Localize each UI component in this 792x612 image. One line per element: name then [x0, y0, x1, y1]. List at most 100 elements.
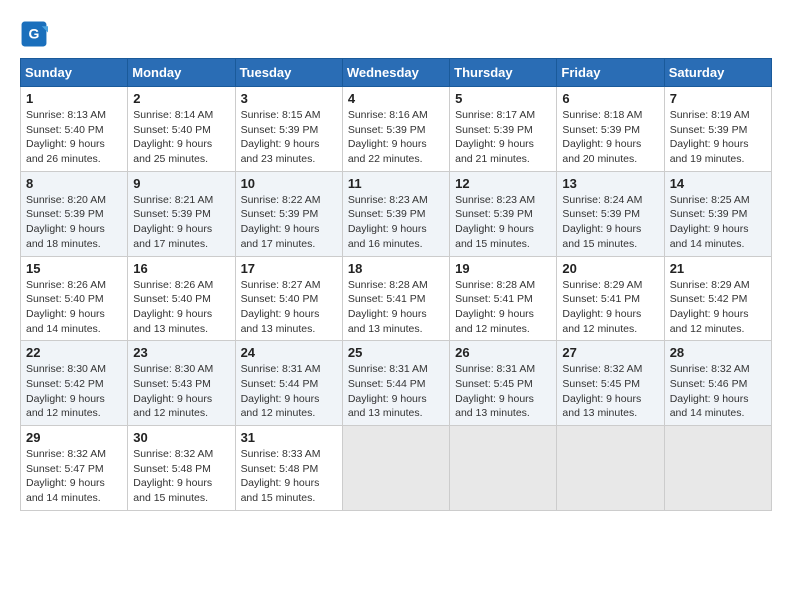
day-info: Sunrise: 8:24 AMSunset: 5:39 PMDaylight:… [562, 193, 658, 252]
day-number: 13 [562, 176, 658, 191]
calendar-day-cell: 12 Sunrise: 8:23 AMSunset: 5:39 PMDayligh… [450, 171, 557, 256]
calendar-header-cell: Saturday [664, 59, 771, 87]
day-info: Sunrise: 8:31 AMSunset: 5:44 PMDaylight:… [241, 362, 337, 421]
calendar-body: 1Sunrise: 8:13 AMSunset: 5:40 PMDaylight… [21, 87, 772, 511]
day-info: Sunrise: 8:32 AMSunset: 5:48 PMDaylight:… [133, 447, 229, 506]
calendar-day-cell: 17 Sunrise: 8:27 AMSunset: 5:40 PMDayligh… [235, 256, 342, 341]
calendar-day-cell: 30 Sunrise: 8:32 AMSunset: 5:48 PMDayligh… [128, 426, 235, 511]
day-info: Sunrise: 8:15 AMSunset: 5:39 PMDaylight:… [241, 108, 337, 167]
calendar-day-cell: 10Sunrise: 8:22 AMSunset: 5:39 PMDayligh… [235, 171, 342, 256]
calendar-day-cell: 2 Sunrise: 8:14 AMSunset: 5:40 PMDaylight… [128, 87, 235, 172]
calendar-day-cell: 4 Sunrise: 8:16 AMSunset: 5:39 PMDaylight… [342, 87, 449, 172]
day-info: Sunrise: 8:27 AMSunset: 5:40 PMDaylight:… [241, 278, 337, 337]
day-info: Sunrise: 8:22 AMSunset: 5:39 PMDaylight:… [241, 193, 337, 252]
day-info: Sunrise: 8:26 AMSunset: 5:40 PMDaylight:… [26, 278, 122, 337]
calendar-day-cell: 16 Sunrise: 8:26 AMSunset: 5:40 PMDayligh… [128, 256, 235, 341]
day-number: 27 [562, 345, 658, 360]
calendar-header-cell: Wednesday [342, 59, 449, 87]
day-info: Sunrise: 8:14 AMSunset: 5:40 PMDaylight:… [133, 108, 229, 167]
calendar-day-cell: 27 Sunrise: 8:32 AMSunset: 5:45 PMDayligh… [557, 341, 664, 426]
day-number: 23 [133, 345, 229, 360]
calendar-table: SundayMondayTuesdayWednesdayThursdayFrid… [20, 58, 772, 511]
day-info: Sunrise: 8:17 AMSunset: 5:39 PMDaylight:… [455, 108, 551, 167]
day-number: 21 [670, 261, 766, 276]
day-number: 31 [241, 430, 337, 445]
calendar-week-row: 1Sunrise: 8:13 AMSunset: 5:40 PMDaylight… [21, 87, 772, 172]
day-number: 17 [241, 261, 337, 276]
day-info: Sunrise: 8:32 AMSunset: 5:45 PMDaylight:… [562, 362, 658, 421]
calendar-day-cell: 8 Sunrise: 8:20 AMSunset: 5:39 PMDaylight… [21, 171, 128, 256]
calendar-week-row: 29Sunrise: 8:32 AMSunset: 5:47 PMDayligh… [21, 426, 772, 511]
day-info: Sunrise: 8:18 AMSunset: 5:39 PMDaylight:… [562, 108, 658, 167]
calendar-week-row: 15 Sunrise: 8:26 AMSunset: 5:40 PMDayligh… [21, 256, 772, 341]
calendar-header-cell: Thursday [450, 59, 557, 87]
day-number: 11 [348, 176, 444, 191]
day-number: 6 [562, 91, 658, 106]
day-number: 20 [562, 261, 658, 276]
day-number: 4 [348, 91, 444, 106]
calendar-day-cell: 28 Sunrise: 8:32 AMSunset: 5:46 PMDayligh… [664, 341, 771, 426]
logo-icon: G [20, 20, 48, 48]
day-info: Sunrise: 8:19 AMSunset: 5:39 PMDaylight:… [670, 108, 766, 167]
day-number: 18 [348, 261, 444, 276]
day-number: 15 [26, 261, 122, 276]
day-info: Sunrise: 8:23 AMSunset: 5:39 PMDaylight:… [455, 193, 551, 252]
day-number: 14 [670, 176, 766, 191]
calendar-header-cell: Friday [557, 59, 664, 87]
calendar-day-cell: 7 Sunrise: 8:19 AMSunset: 5:39 PMDaylight… [664, 87, 771, 172]
day-number: 9 [133, 176, 229, 191]
calendar-day-cell: 3 Sunrise: 8:15 AMSunset: 5:39 PMDaylight… [235, 87, 342, 172]
day-number: 12 [455, 176, 551, 191]
calendar-day-cell [342, 426, 449, 511]
calendar-day-cell: 19 Sunrise: 8:28 AMSunset: 5:41 PMDayligh… [450, 256, 557, 341]
day-info: Sunrise: 8:13 AMSunset: 5:40 PMDaylight:… [26, 108, 122, 167]
calendar-header-cell: Monday [128, 59, 235, 87]
calendar-day-cell: 9 Sunrise: 8:21 AMSunset: 5:39 PMDaylight… [128, 171, 235, 256]
calendar-day-cell: 22 Sunrise: 8:30 AMSunset: 5:42 PMDayligh… [21, 341, 128, 426]
day-number: 30 [133, 430, 229, 445]
day-info: Sunrise: 8:32 AMSunset: 5:46 PMDaylight:… [670, 362, 766, 421]
day-info: Sunrise: 8:25 AMSunset: 5:39 PMDaylight:… [670, 193, 766, 252]
day-number: 8 [26, 176, 122, 191]
calendar-day-cell: 29Sunrise: 8:32 AMSunset: 5:47 PMDayligh… [21, 426, 128, 511]
calendar-day-cell: 31 Sunrise: 8:33 AMSunset: 5:48 PMDayligh… [235, 426, 342, 511]
calendar-day-cell: 1Sunrise: 8:13 AMSunset: 5:40 PMDaylight… [21, 87, 128, 172]
day-number: 16 [133, 261, 229, 276]
day-number: 3 [241, 91, 337, 106]
day-info: Sunrise: 8:30 AMSunset: 5:42 PMDaylight:… [26, 362, 122, 421]
calendar-week-row: 8 Sunrise: 8:20 AMSunset: 5:39 PMDaylight… [21, 171, 772, 256]
header: G [20, 20, 772, 48]
day-info: Sunrise: 8:33 AMSunset: 5:48 PMDaylight:… [241, 447, 337, 506]
day-number: 5 [455, 91, 551, 106]
calendar-day-cell: 18 Sunrise: 8:28 AMSunset: 5:41 PMDayligh… [342, 256, 449, 341]
calendar-day-cell: 24 Sunrise: 8:31 AMSunset: 5:44 PMDayligh… [235, 341, 342, 426]
day-number: 7 [670, 91, 766, 106]
day-info: Sunrise: 8:20 AMSunset: 5:39 PMDaylight:… [26, 193, 122, 252]
day-number: 29 [26, 430, 122, 445]
day-info: Sunrise: 8:28 AMSunset: 5:41 PMDaylight:… [348, 278, 444, 337]
calendar-day-cell: 6 Sunrise: 8:18 AMSunset: 5:39 PMDaylight… [557, 87, 664, 172]
calendar-day-cell: 20 Sunrise: 8:29 AMSunset: 5:41 PMDayligh… [557, 256, 664, 341]
day-number: 28 [670, 345, 766, 360]
day-number: 25 [348, 345, 444, 360]
day-number: 26 [455, 345, 551, 360]
day-info: Sunrise: 8:29 AMSunset: 5:41 PMDaylight:… [562, 278, 658, 337]
day-number: 2 [133, 91, 229, 106]
day-number: 19 [455, 261, 551, 276]
day-info: Sunrise: 8:21 AMSunset: 5:39 PMDaylight:… [133, 193, 229, 252]
calendar-day-cell: 14 Sunrise: 8:25 AMSunset: 5:39 PMDayligh… [664, 171, 771, 256]
day-info: Sunrise: 8:30 AMSunset: 5:43 PMDaylight:… [133, 362, 229, 421]
day-number: 24 [241, 345, 337, 360]
calendar-day-cell: 25 Sunrise: 8:31 AMSunset: 5:44 PMDayligh… [342, 341, 449, 426]
day-info: Sunrise: 8:31 AMSunset: 5:44 PMDaylight:… [348, 362, 444, 421]
day-info: Sunrise: 8:26 AMSunset: 5:40 PMDaylight:… [133, 278, 229, 337]
calendar-day-cell [557, 426, 664, 511]
day-info: Sunrise: 8:28 AMSunset: 5:41 PMDaylight:… [455, 278, 551, 337]
day-number: 22 [26, 345, 122, 360]
day-info: Sunrise: 8:16 AMSunset: 5:39 PMDaylight:… [348, 108, 444, 167]
logo: G [20, 20, 52, 48]
calendar-day-cell: 5 Sunrise: 8:17 AMSunset: 5:39 PMDaylight… [450, 87, 557, 172]
calendar-header-cell: Tuesday [235, 59, 342, 87]
calendar-day-cell: 13 Sunrise: 8:24 AMSunset: 5:39 PMDayligh… [557, 171, 664, 256]
calendar-day-cell: 26Sunrise: 8:31 AMSunset: 5:45 PMDayligh… [450, 341, 557, 426]
